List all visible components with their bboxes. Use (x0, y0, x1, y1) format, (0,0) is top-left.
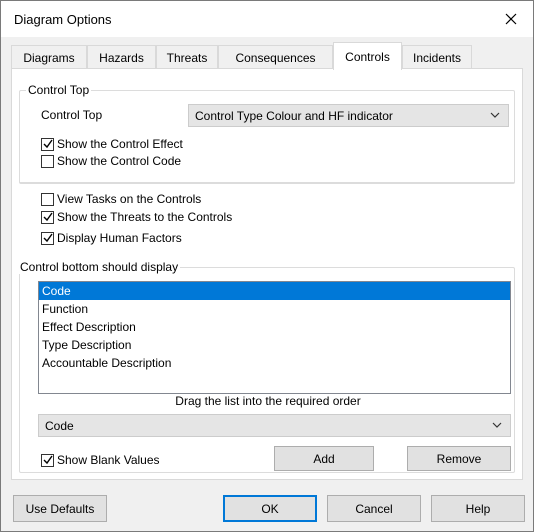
show-control-effect-label: Show the Control Effect (57, 137, 183, 151)
control-top-label: Control Top (41, 108, 103, 122)
control-top-select-value: Control Type Colour and HF indicator (195, 109, 393, 123)
checkbox-box (41, 137, 54, 151)
checkmark-icon (43, 139, 53, 149)
tab-controls[interactable]: Controls (333, 42, 402, 70)
list-item[interactable]: Code (39, 282, 510, 300)
checkbox-box (41, 154, 54, 168)
checkmark-icon (43, 455, 53, 465)
tab-label: Threats (166, 50, 208, 65)
tab-diagrams[interactable]: Diagrams (11, 45, 87, 69)
tab-label: Incidents (412, 50, 462, 65)
list-item[interactable]: Function (39, 300, 510, 318)
close-button[interactable] (489, 1, 533, 37)
checkbox-box (41, 192, 54, 206)
help-button[interactable]: Help (431, 495, 525, 522)
tab-label: Diagrams (23, 50, 75, 65)
checkbox-box (41, 453, 54, 467)
tab-threats[interactable]: Threats (156, 45, 218, 69)
show-blank-values-checkbox[interactable]: Show Blank Values (41, 452, 160, 468)
controls-tab-panel: Control Top Control Top Control Type Col… (11, 68, 523, 480)
control-bottom-group-label: Control bottom should display (18, 260, 181, 274)
show-threats-label: Show the Threats to the Controls (57, 210, 233, 224)
list-item[interactable]: Accountable Description (39, 354, 510, 372)
drag-hint: Drag the list into the required order (175, 394, 361, 408)
display-human-factors-label: Display Human Factors (57, 231, 182, 245)
add-button[interactable]: Add (274, 446, 374, 471)
cancel-button[interactable]: Cancel (327, 495, 421, 522)
control-top-group-label: Control Top (26, 83, 92, 97)
checkmark-icon (43, 233, 53, 243)
show-blank-values-label: Show Blank Values (57, 453, 160, 467)
checkmark-icon (43, 212, 53, 222)
list-item[interactable]: Type Description (39, 336, 510, 354)
list-item[interactable]: Effect Description (39, 318, 510, 336)
show-control-code-checkbox[interactable]: Show the Control Code (41, 153, 181, 169)
view-tasks-label: View Tasks on the Controls (57, 192, 202, 206)
show-threats-checkbox[interactable]: Show the Threats to the Controls (41, 209, 232, 225)
window-title: Diagram Options (14, 12, 112, 27)
display-human-factors-checkbox[interactable]: Display Human Factors (41, 230, 182, 246)
close-icon (505, 13, 517, 25)
tab-label: Controls (345, 49, 390, 64)
control-bottom-select-value: Code (45, 419, 74, 433)
tab-incidents[interactable]: Incidents (402, 45, 472, 69)
show-control-effect-checkbox[interactable]: Show the Control Effect (41, 136, 183, 152)
tab-label: Hazards (99, 50, 144, 65)
use-defaults-button[interactable]: Use Defaults (13, 495, 107, 522)
tab-label: Consequences (235, 50, 316, 65)
tab-consequences[interactable]: Consequences (218, 45, 333, 69)
control-bottom-list[interactable]: Code Function Effect Description Type De… (38, 281, 511, 394)
title-bar: Diagram Options (1, 1, 533, 37)
view-tasks-checkbox[interactable]: View Tasks on the Controls (41, 191, 201, 207)
diagram-options-dialog: Diagram Options Diagrams Hazards Threats… (0, 0, 534, 532)
tab-hazards[interactable]: Hazards (87, 45, 156, 69)
control-top-select[interactable]: Control Type Colour and HF indicator (188, 104, 509, 127)
divider (19, 182, 515, 183)
chevron-down-icon (490, 112, 500, 118)
checkbox-box (41, 210, 54, 224)
control-bottom-select[interactable]: Code (38, 414, 511, 437)
show-control-code-label: Show the Control Code (57, 154, 182, 168)
checkbox-box (41, 231, 54, 245)
remove-button[interactable]: Remove (407, 446, 511, 471)
ok-button[interactable]: OK (223, 495, 317, 522)
chevron-down-icon (492, 422, 502, 428)
